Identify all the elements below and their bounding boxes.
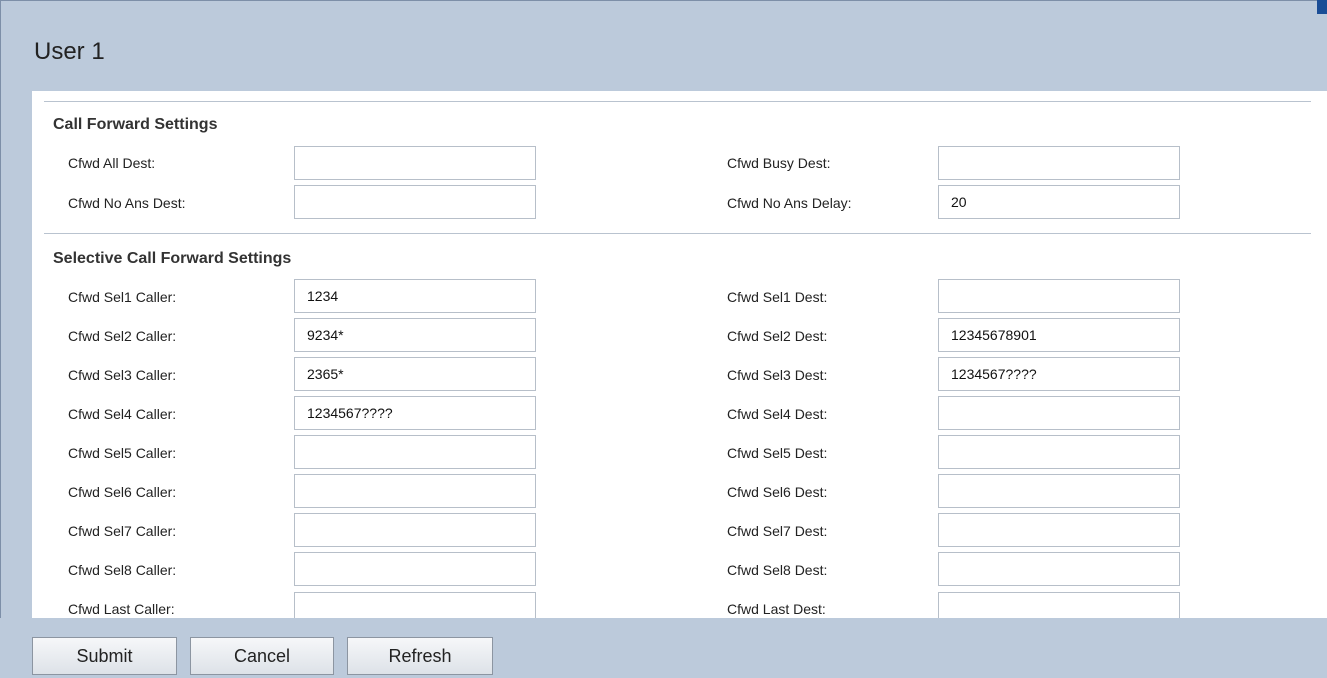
cfwd-last-caller-input[interactable] [294, 592, 536, 618]
cfwd-sel4-caller-input[interactable] [294, 396, 536, 430]
cfwd-sel1-caller-input[interactable] [294, 279, 536, 313]
cfwd-no-ans-delay-input[interactable] [938, 185, 1180, 219]
cfwd-sel7-caller-input[interactable] [294, 513, 536, 547]
cfwd-last-dest-input[interactable] [938, 592, 1180, 618]
cancel-button[interactable]: Cancel [190, 637, 334, 675]
cfwd-sel5-caller-label: Cfwd Sel5 Caller: [68, 445, 177, 461]
cfwd-sel5-dest-input[interactable] [938, 435, 1180, 469]
settings-panel[interactable]: Call Forward Settings Cfwd All Dest: Cfw… [32, 91, 1327, 618]
cfwd-busy-dest-label: Cfwd Busy Dest: [727, 155, 831, 171]
cfwd-sel8-caller-input[interactable] [294, 552, 536, 586]
top-divider [44, 101, 1311, 102]
call-forward-section-title: Call Forward Settings [53, 116, 218, 133]
cfwd-sel1-dest-input[interactable] [938, 279, 1180, 313]
window-corner-accent [1317, 0, 1327, 14]
cfwd-sel3-dest-input[interactable] [938, 357, 1180, 391]
cfwd-sel4-dest-label: Cfwd Sel4 Dest: [727, 406, 828, 422]
cfwd-sel6-dest-input[interactable] [938, 474, 1180, 508]
cfwd-sel3-caller-input[interactable] [294, 357, 536, 391]
cfwd-sel6-caller-input[interactable] [294, 474, 536, 508]
selective-section-title: Selective Call Forward Settings [53, 250, 292, 267]
cfwd-no-ans-dest-input[interactable] [294, 185, 536, 219]
cfwd-sel8-dest-label: Cfwd Sel8 Dest: [727, 562, 828, 578]
cfwd-sel2-dest-label: Cfwd Sel2 Dest: [727, 328, 828, 344]
button-bar: Submit Cancel Refresh [0, 618, 1327, 678]
submit-button[interactable]: Submit [32, 637, 177, 675]
cfwd-sel6-dest-label: Cfwd Sel6 Dest: [727, 484, 828, 500]
section-divider [44, 233, 1311, 234]
cfwd-sel6-caller-label: Cfwd Sel6 Caller: [68, 484, 177, 500]
cfwd-no-ans-dest-label: Cfwd No Ans Dest: [68, 195, 186, 211]
cfwd-sel2-caller-label: Cfwd Sel2 Caller: [68, 328, 177, 344]
cfwd-sel4-dest-input[interactable] [938, 396, 1180, 430]
cfwd-sel4-caller-label: Cfwd Sel4 Caller: [68, 406, 177, 422]
cfwd-all-dest-input[interactable] [294, 146, 536, 180]
cfwd-sel1-caller-label: Cfwd Sel1 Caller: [68, 289, 177, 305]
cfwd-sel2-caller-input[interactable] [294, 318, 536, 352]
cfwd-sel1-dest-label: Cfwd Sel1 Dest: [727, 289, 828, 305]
cfwd-sel3-dest-label: Cfwd Sel3 Dest: [727, 367, 828, 383]
cfwd-last-caller-label: Cfwd Last Caller: [68, 601, 175, 617]
cfwd-sel8-caller-label: Cfwd Sel8 Caller: [68, 562, 177, 578]
cfwd-sel7-dest-input[interactable] [938, 513, 1180, 547]
refresh-button[interactable]: Refresh [347, 637, 493, 675]
cfwd-sel7-dest-label: Cfwd Sel7 Dest: [727, 523, 828, 539]
cfwd-sel8-dest-input[interactable] [938, 552, 1180, 586]
cfwd-no-ans-delay-label: Cfwd No Ans Delay: [727, 195, 852, 211]
cfwd-sel5-caller-input[interactable] [294, 435, 536, 469]
page-title: User 1 [34, 38, 105, 65]
cfwd-last-dest-label: Cfwd Last Dest: [727, 601, 826, 617]
cfwd-sel5-dest-label: Cfwd Sel5 Dest: [727, 445, 828, 461]
cfwd-sel2-dest-input[interactable] [938, 318, 1180, 352]
cfwd-sel3-caller-label: Cfwd Sel3 Caller: [68, 367, 177, 383]
cfwd-all-dest-label: Cfwd All Dest: [68, 155, 156, 171]
cfwd-busy-dest-input[interactable] [938, 146, 1180, 180]
cfwd-sel7-caller-label: Cfwd Sel7 Caller: [68, 523, 177, 539]
